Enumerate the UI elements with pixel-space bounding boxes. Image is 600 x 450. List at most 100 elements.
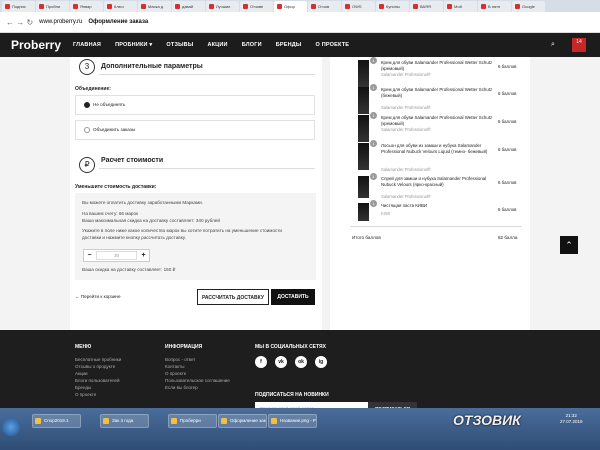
product-name[interactable]: Крем для обуви Salamander Professional W… bbox=[381, 115, 496, 127]
footer-link[interactable]: Если вы блогер bbox=[165, 384, 230, 391]
browser-tab[interactable]: Подпис bbox=[2, 1, 35, 12]
browser-tab[interactable]: Мой bbox=[444, 1, 477, 12]
menu-item-about[interactable]: О ПРОЕКТЕ bbox=[316, 42, 350, 48]
tab-favicon-icon bbox=[141, 4, 146, 9]
tab-label: Отзов bbox=[318, 4, 330, 9]
product-name[interactable]: Лосьон для обуви из замши и нубука Salam… bbox=[381, 143, 496, 155]
vk-icon[interactable]: vk bbox=[275, 356, 287, 368]
footer-link[interactable]: О проекте bbox=[75, 391, 121, 398]
tab-favicon-icon bbox=[413, 4, 418, 9]
search-icon[interactable]: ⌕ bbox=[551, 41, 555, 49]
ruble-icon: ₽ bbox=[79, 157, 95, 173]
radio-selected-icon[interactable] bbox=[84, 102, 90, 108]
option-merge[interactable]: Объединить заказы bbox=[75, 120, 315, 140]
cart-item[interactable]: 1 Чистящая паста КИВИ KIWI 6 баллов bbox=[356, 200, 526, 233]
instagram-icon[interactable]: ig bbox=[315, 356, 327, 368]
tab-favicon-icon bbox=[481, 4, 486, 9]
cart-item[interactable]: 1 Лосьон для обуви из замши и нубука Sala… bbox=[356, 140, 526, 173]
cart-item[interactable]: 1 Крем для обуви Salamander Professional … bbox=[356, 112, 526, 145]
tab-favicon-icon bbox=[447, 4, 452, 9]
product-thumbnail[interactable] bbox=[358, 143, 369, 170]
browser-tab[interactable]: Лучшие bbox=[206, 1, 239, 12]
app-icon bbox=[171, 418, 177, 424]
cart-item[interactable]: 1 Спрей для замши и нубука Salamander Pro… bbox=[356, 173, 526, 206]
taskbar-item-label: Зак 3 года bbox=[112, 418, 134, 423]
menu-item-reviews[interactable]: ОТЗЫВЫ bbox=[166, 42, 193, 48]
footer-link[interactable]: Акции bbox=[75, 370, 121, 377]
product-thumbnail[interactable] bbox=[358, 60, 369, 87]
browser-tab[interactable]: Купоны bbox=[376, 1, 409, 12]
menu-item-samples[interactable]: ПРОБНИКИ ▾ bbox=[115, 42, 152, 48]
browser-tab[interactable]: Январ bbox=[70, 1, 103, 12]
taskbar-item-label: Название.png - Paint bbox=[280, 418, 316, 423]
browser-tab[interactable]: Отзове bbox=[240, 1, 273, 12]
calculate-delivery-button[interactable]: РАССЧИТАТЬ ДОСТАВКУ bbox=[197, 289, 269, 305]
browser-tab[interactable]: Отзов bbox=[308, 1, 341, 12]
cart-item[interactable]: 1 Крем для обуви Salamander Professional … bbox=[356, 84, 526, 117]
footer-link[interactable]: Бесплатные пробники bbox=[75, 356, 121, 363]
option-no-merge[interactable]: Не объединять bbox=[75, 95, 315, 115]
facebook-icon[interactable]: f bbox=[255, 356, 267, 368]
product-thumbnail[interactable] bbox=[358, 203, 369, 221]
footer-link[interactable]: Пользовательское соглашение bbox=[165, 377, 230, 384]
taskbar-item[interactable]: Проберри bbox=[168, 414, 217, 428]
section-title-cost: Расчет стоимости bbox=[101, 157, 164, 164]
cart-badge[interactable]: 14 bbox=[572, 38, 586, 52]
app-icon bbox=[221, 418, 227, 424]
divider bbox=[350, 226, 522, 227]
product-name[interactable]: Чистящая паста КИВИ bbox=[381, 203, 496, 209]
footer-link[interactable]: Блоги пользователей bbox=[75, 377, 121, 384]
footer-link[interactable]: О проекте bbox=[165, 370, 230, 377]
menu-item-promos[interactable]: АКЦИИ bbox=[207, 42, 227, 48]
deliver-button[interactable]: ДОСТАВИТЬ bbox=[271, 289, 315, 305]
taskbar-item[interactable]: Оформление зака bbox=[218, 414, 267, 428]
scroll-top-icon[interactable]: ⌃ bbox=[560, 236, 578, 254]
nav-buttons[interactable]: ← → ↻ bbox=[6, 18, 33, 27]
browser-tab[interactable]: давай bbox=[172, 1, 205, 12]
browser-tab[interactable]: Маска д bbox=[138, 1, 171, 12]
product-name[interactable]: Спрей для замши и нубука Salamander Prof… bbox=[381, 176, 496, 188]
product-thumbnail[interactable] bbox=[358, 176, 369, 198]
odnoklassniki-icon[interactable]: ok bbox=[295, 356, 307, 368]
menu-item-home[interactable]: ГЛАВНАЯ bbox=[73, 42, 101, 48]
start-button-icon[interactable] bbox=[2, 418, 20, 436]
menu-item-brands[interactable]: БРЕНДЫ bbox=[276, 42, 302, 48]
product-name[interactable]: Крем для обуви Salamander Professional W… bbox=[381, 87, 496, 99]
stamps-stepper[interactable]: − + bbox=[83, 249, 150, 262]
address-bar[interactable]: ← → ↻ www.proberry.ru Оформление заказа bbox=[0, 12, 600, 33]
site-logo[interactable]: Proberry bbox=[11, 38, 73, 52]
product-points: 6 баллов bbox=[498, 64, 517, 69]
cart-item[interactable]: 1 Крем для обуви Salamander Professional … bbox=[356, 57, 526, 90]
tab-label: OWS bbox=[352, 4, 362, 9]
footer-link[interactable]: Вопрос - ответ bbox=[165, 356, 230, 363]
product-thumbnail[interactable] bbox=[358, 115, 369, 142]
tab-label: Купоны bbox=[386, 4, 400, 9]
menu-item-blogs[interactable]: БЛОГИ bbox=[242, 42, 262, 48]
plus-icon[interactable]: + bbox=[138, 250, 149, 261]
browser-tab[interactable]: Ключ bbox=[104, 1, 137, 12]
browser-tab[interactable]: Google bbox=[512, 1, 545, 12]
minus-icon[interactable]: − bbox=[84, 250, 95, 261]
stamps-input[interactable] bbox=[96, 251, 137, 260]
product-thumbnail[interactable] bbox=[358, 87, 369, 114]
browser-tab[interactable]: ВАЯЯ bbox=[410, 1, 443, 12]
back-to-cart-link[interactable]: ← Перейти к корзине bbox=[75, 294, 121, 299]
option-label: Не объединять bbox=[93, 102, 126, 107]
footer-link[interactable]: Отзывы о продукте bbox=[75, 363, 121, 370]
taskbar-item[interactable]: Спор2019.1 bbox=[32, 414, 81, 428]
taskbar-item[interactable]: Название.png - Paint bbox=[268, 414, 317, 428]
browser-tab[interactable]: Офор bbox=[274, 1, 307, 12]
radio-icon[interactable] bbox=[84, 127, 90, 133]
browser-tab[interactable]: OWS bbox=[342, 1, 375, 12]
total-label: Итого баллов bbox=[352, 235, 381, 240]
total-value: 82 балла bbox=[498, 235, 518, 240]
browser-tab[interactable]: В пятн bbox=[478, 1, 511, 12]
url-text[interactable]: www.proberry.ru Оформление заказа bbox=[39, 19, 148, 25]
footer-link[interactable]: Контакты bbox=[165, 363, 230, 370]
footer-link[interactable]: Бренды bbox=[75, 384, 121, 391]
browser-tab[interactable]: Пробни bbox=[36, 1, 69, 12]
product-brand: Salamander Professional® bbox=[381, 167, 431, 172]
product-name[interactable]: Крем для обуви Salamander Professional W… bbox=[381, 60, 496, 72]
taskbar-item[interactable]: Зак 3 года bbox=[100, 414, 149, 428]
tab-favicon-icon bbox=[39, 4, 44, 9]
